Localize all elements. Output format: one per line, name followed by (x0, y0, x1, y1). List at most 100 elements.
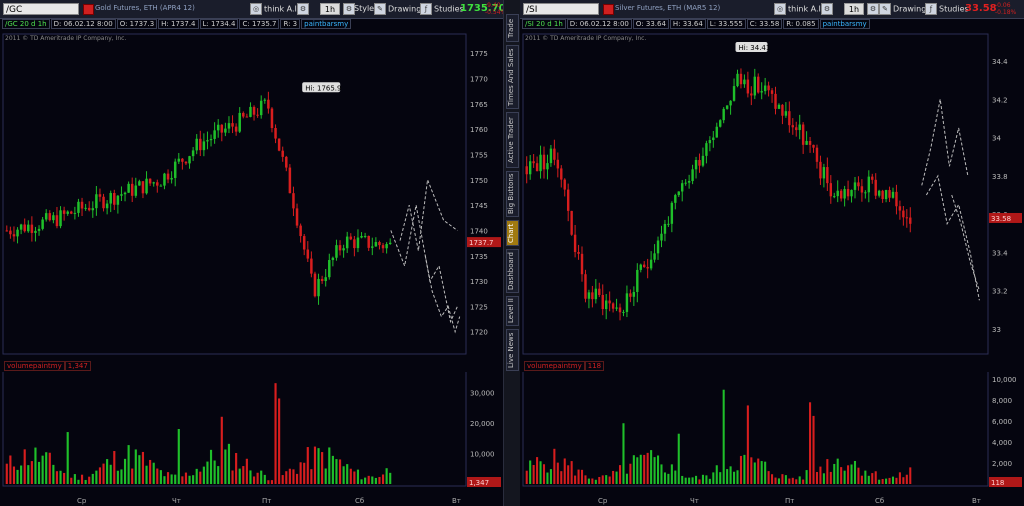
volume-bar (353, 471, 356, 484)
candle-body (860, 186, 864, 193)
studies-button[interactable]: ƒ Studies (925, 3, 969, 15)
chart-symbol-period[interactable]: /SI 20 d 1h (522, 19, 566, 29)
candle-body (378, 242, 381, 246)
volume-bar (317, 448, 320, 484)
volume-bar (321, 452, 324, 484)
volume-bar (195, 468, 198, 484)
candle-body (774, 93, 777, 109)
candle-body (41, 219, 44, 229)
style-button[interactable]: Style (354, 3, 374, 15)
candle-body (166, 173, 170, 180)
period-settings-icon[interactable]: ⚙ (867, 3, 879, 15)
candle-body (801, 124, 805, 145)
candle-body (109, 192, 112, 204)
study-label[interactable]: paintbarsmy (301, 19, 352, 29)
candle-body (181, 158, 184, 162)
volume-bar (378, 476, 381, 484)
volume-axis-tick: 4,000 (992, 439, 1012, 447)
volume-bar (802, 479, 805, 484)
volume-bar (95, 470, 98, 484)
volume-bar (733, 471, 736, 484)
sidebar-tab-big-buttons[interactable]: Big Buttons (506, 171, 519, 217)
candle-body (884, 190, 888, 200)
candle-body (763, 85, 767, 92)
think-label: think A.I. (264, 4, 300, 14)
sidebar-tab-active-trader[interactable]: Active Trader (506, 112, 519, 168)
instrument-description: Gold Futures, ETH (APR4 12) (95, 4, 195, 12)
sidebar-tab-level-ii[interactable]: Level II (506, 296, 519, 326)
symbol-input[interactable]: /GC (3, 3, 79, 15)
link-icon[interactable] (603, 4, 614, 15)
candle-body (116, 195, 120, 205)
volume-bar (726, 469, 729, 484)
gold-price-chart[interactable]: 1775 1770 1765 1760 1755 1750 1745 1740 1735 1730… (0, 30, 503, 356)
volume-bar (643, 454, 646, 484)
candle-body (48, 213, 52, 221)
settings-icon[interactable]: ⚙ (297, 3, 309, 15)
day-axis-label: Сб (355, 497, 364, 505)
sidebar-tab-times-and-sales[interactable]: Times And Sales (506, 45, 519, 109)
candle-body (729, 100, 732, 106)
chart-symbol-period[interactable]: /GC 20 d 1h (2, 19, 50, 29)
candle-body (328, 260, 331, 278)
volume-bar (202, 466, 205, 484)
sidebar-tab-dashboard[interactable]: Dashboard (506, 249, 519, 293)
silver-price-chart[interactable]: 34.434.23433.833.633.433.233Hi: 34.4133.… (520, 30, 1024, 356)
volume-bar (636, 457, 639, 484)
drawings-button[interactable]: ✎ Drawings (879, 3, 930, 15)
volume-bar (20, 465, 23, 484)
volume-bar (267, 480, 270, 484)
studies-button[interactable]: ƒ Studies (420, 3, 464, 15)
price-axis-tick: 1760 (470, 126, 488, 134)
candle-body (570, 210, 573, 235)
candle-body (594, 288, 598, 300)
price-axis-tick: 1730 (470, 278, 488, 286)
volume-bar (23, 449, 26, 484)
volume-bar (598, 476, 601, 484)
candle-body (611, 303, 615, 309)
sidebar-tab-chart[interactable]: Chart (506, 220, 519, 246)
period-selector[interactable]: 1h (844, 3, 864, 15)
volume-bar (9, 455, 12, 484)
candle-body (691, 169, 694, 182)
period-selector[interactable]: 1h (320, 3, 340, 15)
volume-bar (625, 473, 628, 484)
candle-body (757, 76, 760, 93)
projection-line (399, 177, 458, 251)
volume-bar (360, 479, 363, 484)
candle-body (846, 189, 850, 197)
candle-body (152, 182, 155, 184)
candle-body (643, 264, 646, 268)
sidebar-tab-trade[interactable]: Trade (506, 14, 519, 42)
candle-body (808, 140, 812, 145)
volume-study-label[interactable]: volumepaintmy 118 (524, 361, 605, 371)
silver-volume-chart[interactable]: 10,000 8,000 6,000 4,000 2,000 118 Ср Чт Пт Сб Вт (520, 372, 1024, 506)
candle-body (242, 112, 245, 117)
study-label[interactable]: paintbarsmy (819, 19, 870, 29)
link-icon[interactable] (83, 4, 94, 15)
volume-bar (127, 445, 130, 484)
candle-body (566, 189, 570, 211)
price-axis-tick: 33.8 (992, 173, 1008, 181)
drawings-button[interactable]: ✎ Drawings (374, 3, 425, 15)
think-button[interactable]: ◎ think A.I. (250, 3, 299, 15)
think-button[interactable]: ◎ think A.I. (774, 3, 823, 15)
volume-bar (826, 459, 829, 484)
gold-volume-chart[interactable]: 30,000 20,000 10,000 1,347 Ср Чт Пт Сб Вт (0, 372, 503, 506)
settings-icon[interactable]: ⚙ (821, 3, 833, 15)
volume-bar (331, 455, 334, 484)
bar-low: L: 1734.4 (199, 19, 239, 29)
candle-body (739, 73, 743, 85)
volume-bar (109, 464, 112, 484)
candle-body (342, 248, 345, 251)
candle-body (55, 215, 59, 227)
volume-bar (184, 472, 188, 484)
candle-body (805, 140, 808, 145)
drawings-icon: ✎ (374, 3, 386, 15)
volume-bar (878, 479, 881, 484)
studies-icon: ƒ (925, 3, 937, 15)
volume-bar (788, 478, 791, 484)
volume-study-label[interactable]: volumepaintmy 1,347 (4, 361, 91, 371)
sidebar-tab-live-news[interactable]: Live News (506, 329, 519, 371)
symbol-input[interactable]: /SI (523, 3, 599, 15)
